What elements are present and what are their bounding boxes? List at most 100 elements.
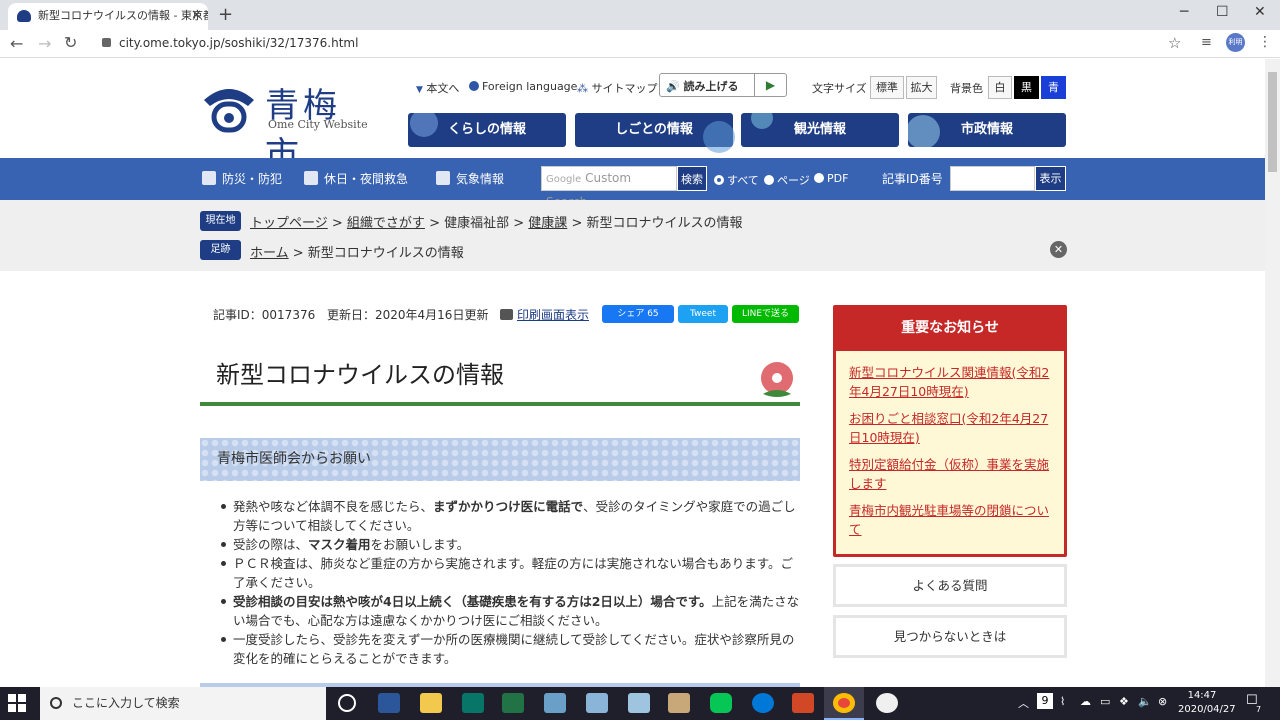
- plum-flower-icon: [761, 362, 793, 397]
- file-explorer-icon[interactable]: [420, 693, 442, 713]
- radio-page[interactable]: ページ: [764, 172, 810, 188]
- history-home[interactable]: ホーム: [250, 246, 289, 261]
- font-standard-button[interactable]: 標準: [870, 76, 904, 99]
- print-link[interactable]: 印刷画面表示: [500, 306, 589, 323]
- reading-list-icon[interactable]: ≡: [1201, 35, 1212, 50]
- app-icon[interactable]: [586, 693, 608, 713]
- windows-start-icon[interactable]: [8, 694, 26, 712]
- edge-icon[interactable]: [752, 693, 774, 713]
- nav-emergency[interactable]: 休日・夜間救急: [304, 170, 408, 187]
- line-share-button[interactable]: LINEで送る: [732, 305, 799, 323]
- article-id: 記事ID：0017376: [213, 308, 316, 322]
- city-emblem-icon: [204, 89, 254, 133]
- nav-living-button[interactable]: くらしの情報: [408, 113, 566, 147]
- deco-pattern-icon: [703, 121, 735, 153]
- nav-weather[interactable]: 気象情報: [436, 170, 504, 187]
- mute-icon[interactable]: ⊗: [1158, 695, 1167, 708]
- font-large-button[interactable]: 拡大: [906, 76, 937, 99]
- site-search-button[interactable]: 検索: [677, 166, 707, 191]
- app-icon[interactable]: [544, 693, 566, 713]
- powerpoint-icon[interactable]: [792, 693, 814, 713]
- play-icon[interactable]: ▶: [754, 74, 786, 96]
- url-field[interactable]: city.ome.tokyo.jp/soshiki/32/17376.html: [92, 31, 1192, 55]
- bookmark-star-icon[interactable]: ☆: [1168, 34, 1181, 52]
- excel-icon[interactable]: [502, 693, 524, 713]
- advice-item: ＰＣＲ検査は、肺炎など重症の方から実施されます。軽症の方には実施されない場合もあ…: [216, 554, 800, 592]
- breadcrumb-health[interactable]: 健康課: [528, 216, 567, 231]
- close-history-icon[interactable]: ✕: [1050, 241, 1067, 258]
- article-id-input[interactable]: [950, 166, 1035, 191]
- title-underline: [200, 402, 800, 406]
- faq-button[interactable]: よくある質問: [833, 564, 1067, 607]
- notice-title: 重要なお知らせ: [901, 320, 999, 336]
- not-found-button[interactable]: 見つからないときは: [833, 615, 1067, 658]
- publisher-icon[interactable]: [462, 693, 484, 713]
- network-icon[interactable]: ⌇: [1060, 695, 1065, 708]
- sitemap-link[interactable]: ⁂ サイトマップ: [577, 80, 658, 96]
- word-icon[interactable]: [378, 693, 400, 713]
- nav-disaster-prevention[interactable]: 防災・防犯: [202, 170, 282, 187]
- notice-link[interactable]: 青梅市内観光駐車場等の閉鎖について: [849, 501, 1051, 539]
- profile-avatar[interactable]: 利明: [1226, 33, 1245, 52]
- favicon-icon: [17, 10, 31, 22]
- article-id-button[interactable]: 表示: [1035, 166, 1066, 191]
- skip-to-main-link[interactable]: ▼ 本文へ: [416, 80, 459, 96]
- maximize-icon[interactable]: ☐: [1216, 4, 1229, 20]
- globe-icon: [469, 81, 479, 91]
- line-app-icon[interactable]: [710, 693, 732, 713]
- browser-tab[interactable]: 新型コロナウイルスの情報 - 東京都青梅市 ✕: [8, 3, 208, 30]
- window-close-icon[interactable]: ✕: [1254, 4, 1266, 20]
- nav-city-hall-button[interactable]: 市政情報: [908, 113, 1066, 147]
- menu-icon[interactable]: ⋮: [1258, 34, 1272, 50]
- read-aloud-widget[interactable]: 🔊 読み上げる ▶: [659, 73, 787, 97]
- bg-black-button[interactable]: 黒: [1014, 76, 1039, 99]
- page-title: 新型コロナウイルスの情報: [216, 361, 504, 389]
- scrollbar-thumb[interactable]: [1268, 72, 1277, 172]
- site-logo[interactable]: 青梅市 Ome City Website: [200, 78, 375, 175]
- close-tab-icon[interactable]: ✕: [191, 3, 202, 28]
- volume-icon[interactable]: 🔈: [1138, 695, 1152, 708]
- radio-pdf[interactable]: PDF: [814, 172, 848, 185]
- back-icon[interactable]: ←: [10, 34, 23, 53]
- new-tab-icon[interactable]: +: [218, 4, 233, 25]
- taskbar-clock[interactable]: 14:47 2020/04/27: [1178, 689, 1236, 717]
- notice-link[interactable]: お困りごと相談窓口(令和2年4月27日10時現在): [849, 409, 1051, 447]
- cortana-icon[interactable]: [338, 694, 356, 712]
- battery-icon[interactable]: ▭: [1100, 695, 1110, 708]
- tray-badge[interactable]: 9: [1037, 693, 1053, 709]
- bg-white-button[interactable]: 白: [988, 76, 1012, 99]
- bg-blue-button[interactable]: 青: [1041, 76, 1066, 99]
- deco-pattern-icon: [751, 113, 773, 129]
- weather-icon: [436, 171, 450, 185]
- site-search-input[interactable]: Google Custom Search: [541, 166, 677, 209]
- shield-icon: [202, 171, 216, 185]
- advice-item: 発熱や咳など体調不良を感じたら、まずかかりつけ医に電話で、受診のタイミングや家庭…: [216, 497, 800, 535]
- tweet-button[interactable]: Tweet: [678, 305, 728, 323]
- reload-icon[interactable]: ↻: [64, 33, 77, 52]
- breadcrumb-top[interactable]: トップページ: [250, 216, 328, 231]
- nav-tourism-button[interactable]: 観光情報: [741, 113, 899, 147]
- breadcrumb-organization[interactable]: 組織でさがす: [347, 216, 425, 231]
- forward-icon[interactable]: →: [38, 34, 51, 53]
- facebook-share-button[interactable]: シェア 65: [602, 305, 674, 323]
- important-notice-box: 重要なお知らせ 新型コロナウイルス関連情報(令和2年4月27日10時現在) お困…: [833, 305, 1067, 557]
- nav-work-button[interactable]: しごとの情報: [575, 113, 735, 153]
- section-heading: 青梅市医師会からお願い: [200, 438, 800, 481]
- deco-pattern-icon: [908, 115, 940, 147]
- taskbar-search-input[interactable]: ここに入力して検索: [40, 687, 326, 720]
- itunes-icon[interactable]: [876, 693, 898, 713]
- history-trail: ホーム > 新型コロナウイルスの情報: [250, 246, 464, 261]
- notice-link[interactable]: 新型コロナウイルス関連情報(令和2年4月27日10時現在): [849, 363, 1051, 401]
- notice-link[interactable]: 特別定額給付金（仮称）事業を実施します: [849, 455, 1051, 493]
- cloud-icon[interactable]: ☁: [1080, 695, 1091, 708]
- tray-chevron-icon[interactable]: ︿: [1018, 695, 1029, 711]
- dropbox-icon[interactable]: ❖: [1119, 695, 1129, 708]
- minimize-icon[interactable]: ─: [1180, 4, 1188, 20]
- notice-list: 新型コロナウイルス関連情報(令和2年4月27日10時現在) お困りごと相談窓口(…: [836, 351, 1064, 554]
- app-icon[interactable]: [668, 693, 690, 713]
- app-icon[interactable]: [628, 693, 650, 713]
- hospital-icon: [304, 171, 318, 185]
- advice-list: 発熱や咳など体調不良を感じたら、まずかかりつけ医に電話で、受診のタイミングや家庭…: [216, 497, 800, 668]
- radio-all[interactable]: すべて: [714, 172, 759, 188]
- foreign-language-link[interactable]: Foreign language: [469, 80, 577, 93]
